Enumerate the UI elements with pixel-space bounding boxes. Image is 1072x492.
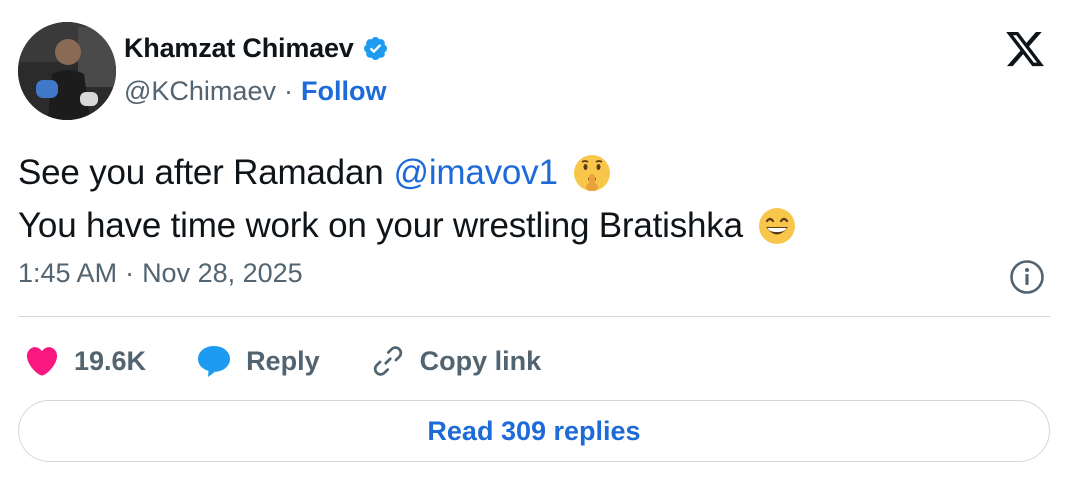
copy-link-button[interactable]: Copy link <box>370 343 542 379</box>
tweet-text: See you after Ramadan @imavov1 You have … <box>18 146 1038 252</box>
handle-separator: · <box>283 76 293 106</box>
heart-icon <box>24 343 60 379</box>
timestamp[interactable]: 1:45 AM · Nov 28, 2025 <box>18 258 303 289</box>
tweet-line-2-text: You have time work on your wrestling Bra… <box>18 206 743 245</box>
tweet-line-2: You have time work on your wrestling Bra… <box>18 199 1038 252</box>
speech-bubble-icon <box>196 343 232 379</box>
divider <box>18 316 1050 317</box>
timestamp-time: 1:45 AM <box>18 258 118 288</box>
mention-link[interactable]: @imavov1 <box>393 146 557 199</box>
x-logo-icon[interactable] <box>1004 28 1046 70</box>
timestamp-separator: · <box>125 258 135 288</box>
reply-label: Reply <box>246 345 320 376</box>
read-replies-label: Read 309 replies <box>427 415 641 446</box>
tweet-line-1-text: See you after Ramadan <box>18 153 384 192</box>
reply-button[interactable]: Reply <box>196 343 320 379</box>
timestamp-date: Nov 28, 2025 <box>142 258 303 288</box>
follow-button[interactable]: Follow <box>301 76 386 107</box>
tweet-actions: 19.6K Reply Copy link <box>24 336 591 386</box>
author-handle-row: @KChimaev · Follow <box>124 76 386 107</box>
read-replies-button[interactable]: Read 309 replies <box>18 400 1050 462</box>
verified-badge-icon <box>362 35 389 62</box>
copy-link-label: Copy link <box>419 345 542 376</box>
tweet-line-1: See you after Ramadan @imavov1 <box>18 146 1038 199</box>
like-button[interactable]: 19.6K <box>24 343 146 379</box>
link-icon <box>370 343 406 379</box>
like-count: 19.6K <box>74 345 147 376</box>
tweet-card: Khamzat Chimaev @KChimaev · Follow See y… <box>0 0 1072 492</box>
avatar[interactable] <box>18 22 116 120</box>
author-handle[interactable]: @KChimaev <box>124 76 276 107</box>
author-name-row: Khamzat Chimaev <box>124 33 389 64</box>
author-display-name[interactable]: Khamzat Chimaev <box>124 33 354 64</box>
grinning-face-emoji-icon <box>757 206 797 246</box>
shushing-face-emoji-icon <box>572 153 612 193</box>
info-icon[interactable] <box>1008 258 1046 296</box>
